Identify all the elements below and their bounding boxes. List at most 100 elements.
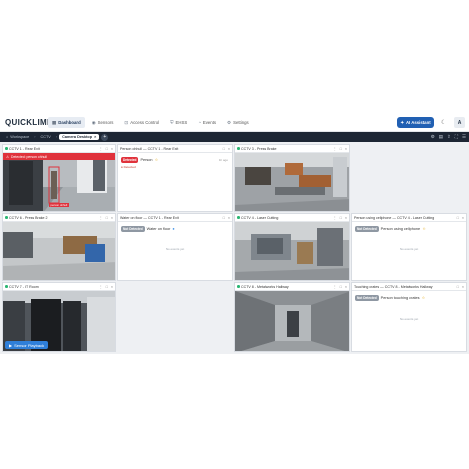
dashboard-app: QUICKLIME ▦ Dashboard ◉ Sensors ⊡ Access Co… — [0, 112, 469, 354]
expand-icon[interactable]: □ — [340, 216, 342, 220]
close-icon[interactable]: × — [111, 285, 113, 289]
nav-tab-label: Access Control — [130, 120, 160, 125]
panel-title: CCTV 1 - Rear Exit — [9, 146, 40, 151]
workspace-bar: ⌂ Workspace › CCTV › Camera Desktop × + ⚙ … — [0, 132, 469, 142]
close-icon[interactable]: × — [111, 216, 113, 220]
logo: QUICKLIME — [5, 118, 53, 127]
more-icon[interactable]: ⋮ — [99, 285, 103, 289]
status-badge: Detected — [121, 157, 139, 163]
close-icon[interactable]: × — [462, 216, 464, 220]
more-icon[interactable]: ⋮ — [333, 285, 337, 289]
ai-assistant-button[interactable]: ✦ AI Assistant — [397, 117, 434, 128]
event-panel-person: Person ohhull — CCTV 1 - Rear Exit □ × De… — [117, 144, 233, 212]
status-badge: Not Detected — [355, 295, 379, 301]
close-icon[interactable]: × — [345, 285, 347, 289]
camera-image — [235, 153, 349, 211]
nav-tab-ehss[interactable]: ⛨ EHSS — [166, 117, 191, 128]
camera-feed[interactable]: ⚠ Detected: person ohhull person ohhull — [3, 153, 115, 211]
bell-icon: ◔ — [198, 120, 201, 125]
camera-feed[interactable] — [235, 153, 349, 211]
event-panel-crates: Touching crates — CCTV 8 - Metalworks Ha… — [351, 282, 467, 352]
expand-icon[interactable]: □ — [457, 285, 459, 289]
live-status-icon — [5, 216, 8, 219]
panel-title: CCTV 4 - Laser Cutting — [241, 215, 279, 220]
event-row[interactable]: Detected Person ☺ — [121, 157, 158, 163]
camera-feed[interactable] — [235, 291, 349, 351]
event-label: Person — [140, 158, 153, 162]
expand-icon[interactable]: □ — [340, 285, 342, 289]
more-icon[interactable]: ⋮ — [333, 147, 337, 151]
close-icon[interactable]: × — [345, 147, 347, 151]
more-icon[interactable]: ⋮ — [333, 216, 337, 220]
sensor-playback-button[interactable]: ▶ Sensor Playback — [5, 341, 49, 349]
nav-tab-dashboard[interactable]: ▦ Dashboard — [48, 117, 85, 128]
sensor-icon: ◉ — [91, 119, 96, 125]
water-drop-icon: ● — [172, 227, 175, 231]
panel-title: CCTV 3 - Press Brake — [241, 146, 277, 151]
camera-feed[interactable] — [235, 222, 349, 280]
status-badge: Not Detected — [355, 226, 379, 232]
expand-icon[interactable]: □ — [106, 147, 108, 151]
gear-icon: ⚙ — [227, 119, 232, 125]
nav-tab-settings[interactable]: ⚙ Settings — [223, 117, 253, 128]
shield-icon: ⛨ — [170, 120, 174, 125]
tab-camera-desktop[interactable]: Camera Desktop × — [59, 134, 100, 140]
ai-assistant-label: AI Assistant — [405, 120, 431, 125]
fullscreen-icon[interactable]: ⛶ — [455, 134, 458, 140]
close-icon[interactable]: × — [94, 135, 96, 139]
event-row[interactable]: Not Detected Person touching crates ☺ — [355, 295, 425, 301]
person-icon: ☺ — [154, 158, 159, 162]
expand-icon[interactable]: □ — [223, 216, 225, 220]
breadcrumb: ⌂ Workspace › CCTV › Camera Desktop × + — [3, 133, 109, 141]
nav-tab-label: Settings — [233, 120, 249, 125]
close-icon[interactable]: × — [228, 216, 230, 220]
camera-feed[interactable]: ▶ Sensor Playback — [3, 291, 115, 351]
breadcrumb-workspace[interactable]: ⌂ Workspace — [3, 134, 32, 140]
panel-title: CCTV 6 - Press Brake 2 — [9, 215, 48, 220]
live-status-icon — [5, 147, 8, 150]
add-tab-button[interactable]: + — [101, 133, 109, 141]
close-icon[interactable]: × — [111, 147, 113, 151]
event-panel-cellphone: Person using cellphone — CCTV 4 - Laser … — [351, 213, 467, 281]
more-icon[interactable]: ⋮ — [99, 147, 103, 151]
status-badge: Not Detected — [121, 226, 145, 232]
user-avatar[interactable]: A — [454, 117, 465, 128]
nav-tabs: ▦ Dashboard ◉ Sensors ⊡ Access Control ⛨ EHS… — [48, 117, 253, 128]
hand-icon: ☺ — [421, 296, 426, 300]
event-label: Water on floor — [146, 227, 171, 231]
close-icon[interactable]: × — [345, 216, 347, 220]
expand-icon[interactable]: □ — [457, 216, 459, 220]
close-icon[interactable]: × — [462, 285, 464, 289]
chevron-right-icon: › — [34, 135, 36, 139]
event-row[interactable]: Not Detected Person using cellphone ☺ — [355, 226, 426, 232]
breadcrumb-cctv[interactable]: CCTV — [37, 134, 53, 140]
layout-icon[interactable]: ▤ — [439, 134, 443, 140]
share-icon[interactable]: ⇪ — [447, 134, 451, 140]
nav-tab-label: EHSS — [175, 120, 188, 125]
more-icon[interactable]: ⋮ — [99, 216, 103, 220]
nav-tab-access-control[interactable]: ⊡ Access Control — [120, 117, 163, 128]
event-panel-water: Water on floor — CCTV 1 - Rear Exit □ × N… — [117, 213, 233, 281]
nav-tab-label: Sensors — [97, 120, 114, 125]
nav-tab-events[interactable]: ◔ Events — [194, 117, 220, 128]
menu-icon[interactable]: ☰ — [462, 134, 466, 140]
panel-title: Person ohhull — CCTV 1 - Rear Exit — [120, 146, 179, 151]
play-icon: ▶ — [9, 342, 13, 348]
empty-state: No events yet — [165, 247, 185, 251]
expand-icon[interactable]: □ — [106, 216, 108, 220]
live-status-icon — [237, 147, 240, 150]
expand-icon[interactable]: □ — [223, 147, 225, 151]
camera-panel-cctv6: CCTV 6 - Press Brake 2 ⋮ □ × — [2, 213, 116, 281]
close-icon[interactable]: × — [228, 147, 230, 151]
nav-tab-sensors[interactable]: ◉ Sensors — [88, 117, 118, 128]
event-row[interactable]: Not Detected Water on floor ● — [121, 226, 175, 232]
grid-icon: ▦ — [52, 119, 57, 125]
theme-toggle-icon[interactable]: ☾ — [441, 119, 446, 126]
expand-icon[interactable]: □ — [106, 285, 108, 289]
settings-icon[interactable]: ⚙ — [431, 134, 435, 140]
warning-icon: ⚠ — [6, 154, 10, 159]
expand-icon[interactable]: □ — [340, 147, 342, 151]
camera-feed[interactable] — [3, 222, 115, 280]
home-icon: ⌂ — [6, 135, 9, 139]
event-time: 1h ago — [218, 158, 228, 162]
